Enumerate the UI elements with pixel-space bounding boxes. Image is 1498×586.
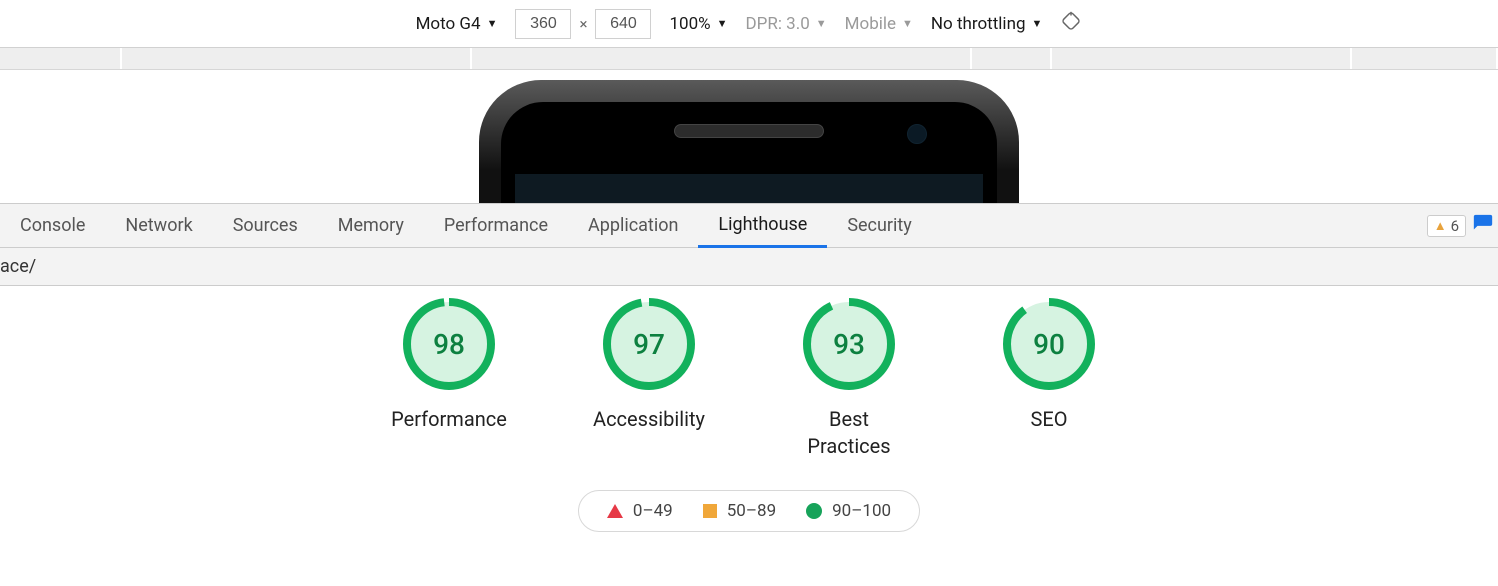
gauge-label: Accessibility	[593, 406, 705, 433]
gauge-label: Performance	[391, 406, 507, 433]
gauge-circle: 90	[1001, 296, 1097, 392]
warnings-count: 6	[1451, 217, 1459, 235]
gauge-label: SEO	[1030, 406, 1067, 433]
dpr-select[interactable]: DPR: 3.0 ▼	[745, 14, 826, 34]
chevron-down-icon: ▼	[816, 17, 827, 30]
gauge-performance[interactable]: 98 Performance	[384, 296, 514, 460]
width-input[interactable]	[515, 9, 571, 39]
warnings-badge[interactable]: ▲ 6	[1427, 215, 1466, 237]
chevron-down-icon: ▼	[717, 17, 728, 30]
gauge-circle: 98	[401, 296, 497, 392]
tab-lighthouse[interactable]: Lighthouse	[698, 204, 827, 248]
url-bar: ace/	[0, 248, 1498, 286]
ruler-strip	[0, 48, 1498, 70]
gauge-seo[interactable]: 90 SEO	[984, 296, 1114, 460]
legend-average: 50–89	[703, 501, 776, 521]
tab-performance[interactable]: Performance	[424, 204, 568, 248]
dpr-label: DPR: 3.0	[745, 14, 809, 34]
gauge-score: 97	[601, 296, 697, 392]
tab-network[interactable]: Network	[105, 204, 212, 248]
circle-icon	[806, 503, 822, 519]
gauge-best-practices[interactable]: 93 BestPractices	[784, 296, 914, 460]
gauges-row: 98 Performance 97 Accessibility 93 BestPracti…	[384, 296, 1114, 460]
gauge-score: 90	[1001, 296, 1097, 392]
lighthouse-report: 98 Performance 97 Accessibility 93 BestPracti…	[0, 286, 1498, 532]
square-icon	[703, 504, 717, 518]
zoom-select[interactable]: 100% ▼	[669, 14, 727, 34]
gauge-label: BestPractices	[807, 406, 890, 460]
phone-camera-icon	[907, 124, 927, 144]
height-input[interactable]	[595, 9, 651, 39]
phone-frame	[479, 80, 1019, 204]
device-preview	[0, 70, 1498, 204]
tab-security[interactable]: Security	[827, 204, 931, 248]
gauge-accessibility[interactable]: 97 Accessibility	[584, 296, 714, 460]
throttling-label: No throttling	[931, 14, 1026, 34]
triangle-icon	[607, 504, 623, 518]
gauge-circle: 93	[801, 296, 897, 392]
legend-pass: 90–100	[806, 501, 891, 521]
device-toolbar: Moto G4 ▼ × 100% ▼ DPR: 3.0 ▼ Mobile ▼ N…	[0, 0, 1498, 48]
dimension-separator: ×	[579, 15, 587, 33]
url-text: ace/	[0, 256, 36, 277]
warning-icon: ▲	[1434, 218, 1447, 234]
device-type-select[interactable]: Mobile ▼	[845, 14, 913, 34]
gauge-score: 98	[401, 296, 497, 392]
phone-speaker-icon	[674, 124, 824, 138]
device-type-label: Mobile	[845, 14, 896, 34]
device-select[interactable]: Moto G4 ▼	[416, 14, 498, 34]
devtools-tabs: ConsoleNetworkSourcesMemoryPerformanceAp…	[0, 204, 1498, 248]
score-legend: 0–49 50–89 90–100	[578, 490, 920, 532]
legend-fail-label: 0–49	[633, 501, 673, 521]
legend-fail: 0–49	[607, 501, 673, 521]
chevron-down-icon: ▼	[1032, 17, 1043, 30]
rotate-icon[interactable]	[1060, 10, 1082, 37]
chevron-down-icon: ▼	[487, 17, 498, 30]
phone-screen[interactable]	[515, 174, 983, 204]
zoom-label: 100%	[669, 14, 710, 34]
tab-sources[interactable]: Sources	[213, 204, 318, 248]
chevron-down-icon: ▼	[902, 17, 913, 30]
gauge-score: 93	[801, 296, 897, 392]
tab-console[interactable]: Console	[0, 204, 105, 248]
legend-average-label: 50–89	[727, 501, 776, 521]
legend-pass-label: 90–100	[832, 501, 891, 521]
device-select-label: Moto G4	[416, 14, 481, 34]
tab-application[interactable]: Application	[568, 204, 698, 248]
throttling-select[interactable]: No throttling ▼	[931, 14, 1042, 34]
feedback-icon[interactable]	[1472, 213, 1494, 240]
gauge-circle: 97	[601, 296, 697, 392]
dimensions-group: ×	[515, 9, 651, 39]
tab-memory[interactable]: Memory	[318, 204, 424, 248]
